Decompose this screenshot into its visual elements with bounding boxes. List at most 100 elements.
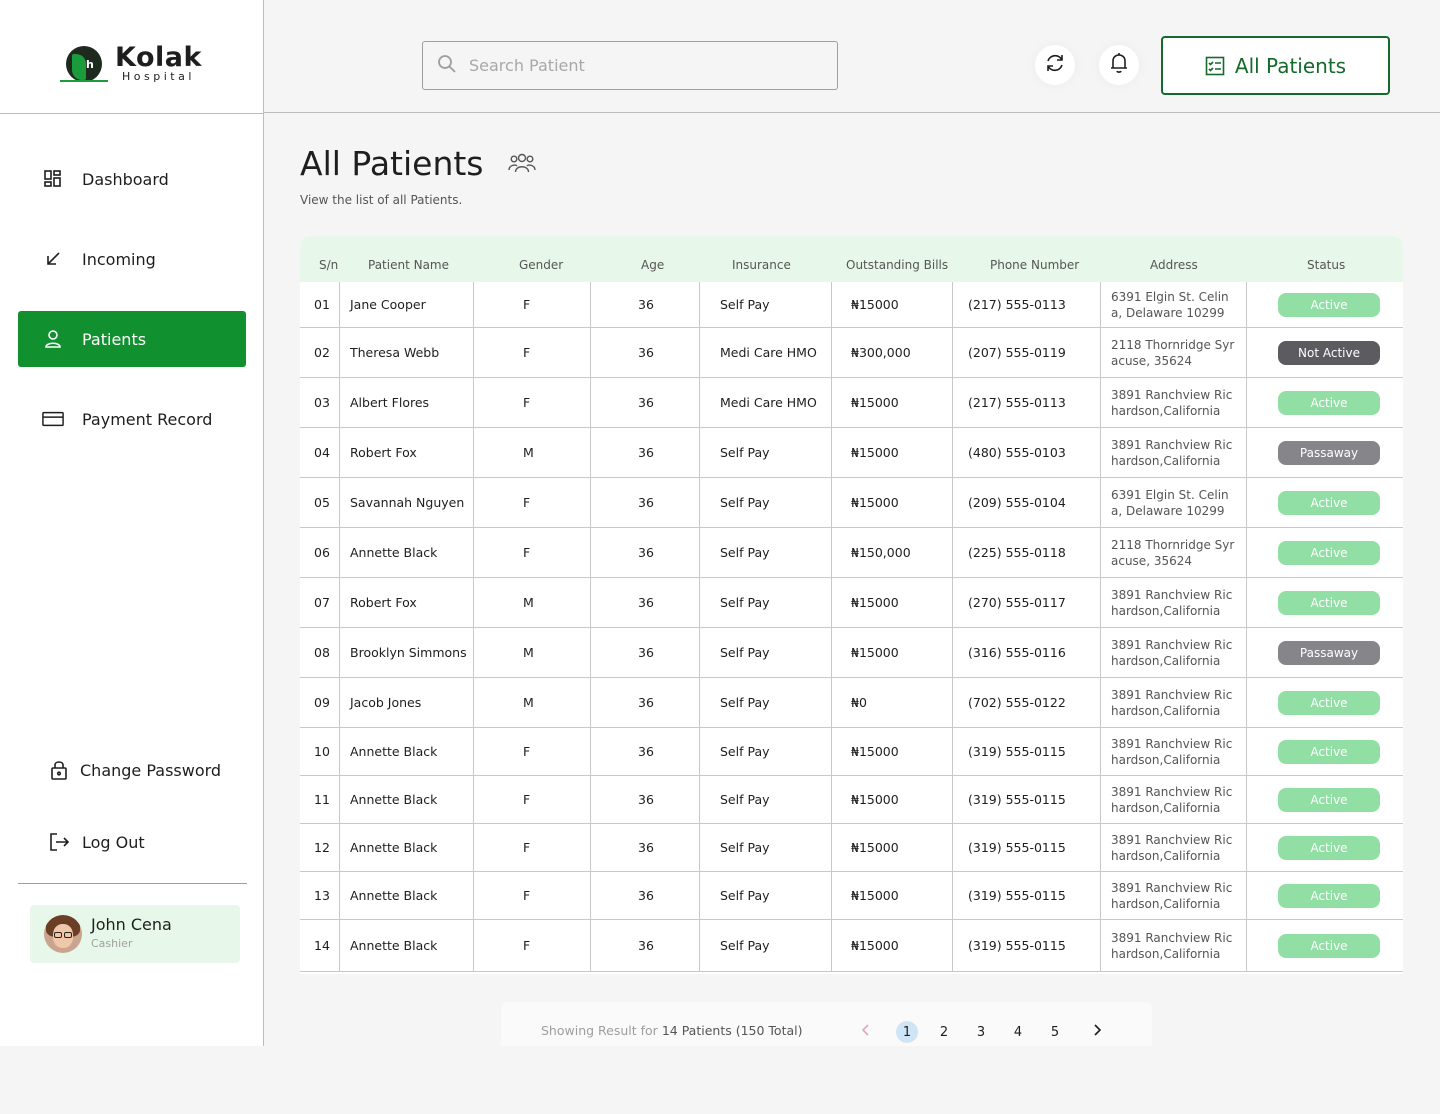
insurance-cell: Self Pay [720, 495, 770, 510]
logo-mark-icon: h [66, 46, 102, 82]
address-text: 3891 Ranchview Richardson,California [1111, 437, 1233, 468]
table-row[interactable]: 14 Annette Black F 36 Self Pay ₦15000 (319) 55… [300, 920, 1403, 972]
table-row[interactable]: 05 Savannah Nguyen F 36 Self Pay ₦15000 (209) … [300, 478, 1403, 528]
next-page-button[interactable] [1086, 1021, 1108, 1043]
address-text: 3891 Ranchview Richardson,California [1111, 736, 1233, 767]
logout-button[interactable]: Log Out [18, 814, 246, 870]
bills-cell: ₦300,000 [851, 345, 911, 360]
age-cell: 36 [638, 545, 654, 560]
sidebar-item-label: Payment Record [82, 409, 213, 429]
table-row[interactable]: 06 Annette Black F 36 Self Pay ₦150,000 (225) … [300, 528, 1403, 578]
brand-logo[interactable]: h Kolak Hospital [60, 40, 210, 90]
bills-cell: ₦15000 [851, 445, 899, 460]
address-text: 3891 Ranchview Richardson,California [1111, 832, 1233, 863]
phone-cell: (209) 555-0104 [968, 495, 1066, 510]
result-summary: Showing Result for 14 Patients (150 Tota… [541, 1023, 802, 1038]
address-cell: 3891 Ranchview Richardson,California [1111, 776, 1239, 823]
address-text: 3891 Ranchview Richardson,California [1111, 687, 1233, 718]
status-cell: Active [1278, 528, 1380, 577]
sidebar-item-dashboard[interactable]: Dashboard [18, 151, 246, 207]
name-cell: Jane Cooper [350, 297, 426, 312]
table-row[interactable]: 08 Brooklyn Simmons M 36 Self Pay ₦15000 (316)… [300, 628, 1403, 678]
status-cell: Passaway [1278, 428, 1380, 477]
table-row[interactable]: 07 Robert Fox M 36 Self Pay ₦15000 (270) 555-0… [300, 578, 1403, 628]
column-header: Outstanding Bills [846, 258, 949, 272]
insurance-cell: Medi Care HMO [720, 395, 817, 410]
address-text: 2118 Thornridge Syracuse, 35624 [1111, 337, 1235, 368]
all-patients-button[interactable]: All Patients [1161, 36, 1390, 95]
table-row[interactable]: 02 Theresa Webb F 36 Medi Care HMO ₦300,000 (2… [300, 328, 1403, 378]
page-button[interactable]: 5 [1044, 1021, 1066, 1043]
column-header: Patient Name [368, 258, 449, 272]
page-title: All Patients [300, 144, 484, 183]
page-button[interactable]: 1 [896, 1021, 918, 1043]
user-profile-card[interactable]: John Cena Cashier [30, 905, 240, 963]
status-cell: Active [1278, 378, 1380, 427]
table-row[interactable]: 09 Jacob Jones M 36 Self Pay ₦0 (702) 555-0122… [300, 678, 1403, 728]
divider [0, 113, 264, 114]
table-row[interactable]: 01 Jane Cooper F 36 Self Pay ₦15000 (217) 555-… [300, 282, 1403, 328]
insurance-cell: Self Pay [720, 840, 770, 855]
avatar [44, 915, 82, 953]
arrow-down-left-icon [42, 248, 64, 270]
table-row[interactable]: 12 Annette Black F 36 Self Pay ₦15000 (319) 55… [300, 824, 1403, 872]
status-badge: Active [1278, 883, 1380, 908]
search-box[interactable] [422, 41, 838, 90]
gender-cell: F [523, 744, 531, 759]
user-icon [42, 328, 64, 350]
status-badge: Active [1278, 292, 1380, 317]
page-button[interactable]: 4 [1007, 1021, 1029, 1043]
table-row[interactable]: 03 Albert Flores F 36 Medi Care HMO ₦15000 (21… [300, 378, 1403, 428]
table-row[interactable]: 10 Annette Black F 36 Self Pay ₦15000 (319) 55… [300, 728, 1403, 776]
address-cell: 3891 Ranchview Richardson,California [1111, 428, 1239, 477]
sn-cell: 04 [314, 445, 330, 460]
phone-cell: (270) 555-0117 [968, 595, 1066, 610]
table-row[interactable]: 04 Robert Fox M 36 Self Pay ₦15000 (480) 555-0… [300, 428, 1403, 478]
table-row[interactable]: 13 Annette Black F 36 Self Pay ₦15000 (319) 55… [300, 872, 1403, 920]
insurance-cell: Self Pay [720, 595, 770, 610]
column-header: Insurance [732, 258, 791, 272]
table-row[interactable]: 11 Annette Black F 36 Self Pay ₦15000 (319) 55… [300, 776, 1403, 824]
sidebar-item-incoming[interactable]: Incoming [18, 231, 246, 287]
page-button[interactable]: 3 [970, 1021, 992, 1043]
search-input[interactable] [469, 56, 809, 75]
brand-name: Kolak [115, 42, 202, 73]
gender-cell: M [523, 645, 534, 660]
bills-cell: ₦15000 [851, 792, 899, 807]
notifications-button[interactable] [1099, 45, 1139, 85]
phone-cell: (480) 555-0103 [968, 445, 1066, 460]
prev-page-button[interactable] [855, 1021, 877, 1043]
sn-cell: 12 [314, 840, 330, 855]
gender-cell: F [523, 297, 531, 312]
change-password-button[interactable]: Change Password [18, 742, 246, 798]
insurance-cell: Medi Care HMO [720, 345, 817, 360]
address-cell: 3891 Ranchview Richardson,California [1111, 728, 1239, 775]
insurance-cell: Self Pay [720, 792, 770, 807]
gender-cell: M [523, 445, 534, 460]
name-cell: Jacob Jones [350, 695, 422, 710]
address-text: 3891 Ranchview Richardson,California [1111, 930, 1233, 961]
sidebar-item-label: Patients [82, 329, 147, 349]
sn-cell: 02 [314, 345, 330, 360]
all-patients-label: All Patients [1234, 53, 1347, 78]
refresh-icon [1044, 52, 1066, 78]
sidebar-item-payment-record[interactable]: Payment Record [18, 391, 246, 447]
page-button[interactable]: 2 [933, 1021, 955, 1043]
status-badge: Active [1278, 590, 1380, 615]
status-badge: Active [1278, 739, 1380, 764]
sn-cell: 08 [314, 645, 330, 660]
insurance-cell: Self Pay [720, 297, 770, 312]
sidebar-item-patients[interactable]: Patients [18, 311, 246, 367]
gender-cell: F [523, 545, 531, 560]
result-prefix: Showing Result for [541, 1023, 658, 1038]
status-cell: Active [1278, 824, 1380, 871]
gender-cell: F [523, 792, 531, 807]
address-text: 3891 Ranchview Richardson,California [1111, 387, 1233, 418]
address-text: 3891 Ranchview Richardson,California [1111, 637, 1233, 668]
bell-icon [1109, 52, 1129, 78]
gender-cell: M [523, 695, 534, 710]
search-icon [437, 54, 457, 78]
age-cell: 36 [638, 445, 654, 460]
address-cell: 3891 Ranchview Richardson,California [1111, 378, 1239, 427]
refresh-button[interactable] [1035, 45, 1075, 85]
